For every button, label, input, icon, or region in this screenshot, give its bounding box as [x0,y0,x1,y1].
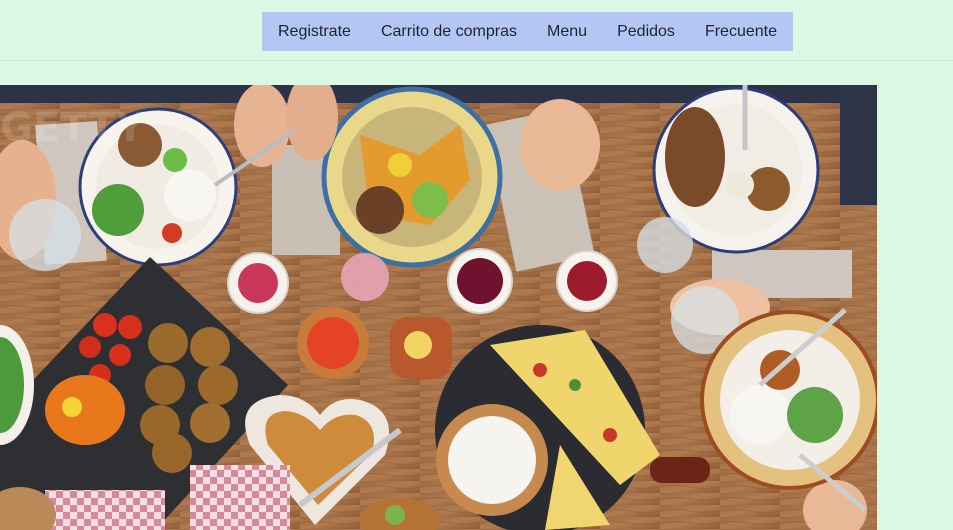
glass [341,253,389,301]
nav-item-menu[interactable]: Menu [547,23,587,41]
main-nav: Registrate Carrito de compras Menu Pedid… [262,12,793,51]
hero-image: GETTY [0,85,877,530]
nav-item-pedidos[interactable]: Pedidos [617,23,675,41]
checkered-cloth [190,465,290,530]
page: Registrate Carrito de compras Menu Pedid… [0,0,953,530]
plate-rice-right [700,310,877,490]
bowl-vegetables [321,86,503,268]
checkered-cloth [45,490,165,530]
glass [9,199,81,271]
nav-item-registrate[interactable]: Registrate [278,23,351,41]
watermark: GETTY [0,105,146,151]
nav-item-frecuente[interactable]: Frecuente [705,23,777,41]
bottle [650,457,710,483]
hand [520,99,600,191]
header: Registrate Carrito de compras Menu Pedid… [0,0,953,61]
food-table-photo: GETTY [0,85,877,530]
nav-item-carrito[interactable]: Carrito de compras [381,23,517,41]
glass [637,217,693,273]
